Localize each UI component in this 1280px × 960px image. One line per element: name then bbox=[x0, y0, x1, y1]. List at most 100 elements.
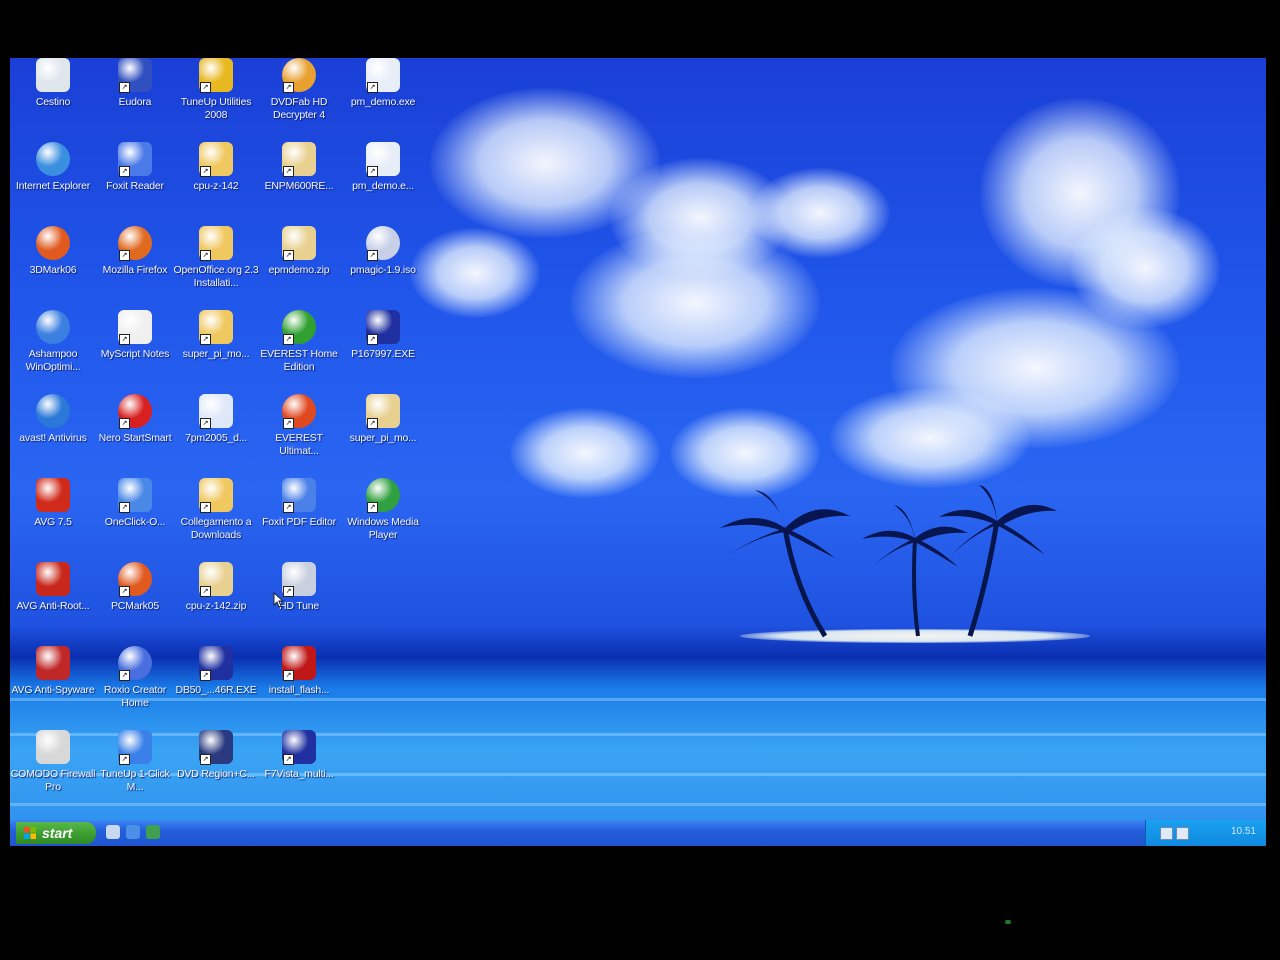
desktop-icon-label: P167997.EXE bbox=[351, 348, 415, 360]
desktop-icon[interactable]: ↗ DVDFab HD Decrypter 4 bbox=[256, 58, 342, 122]
windows-media-player-icon: ↗ bbox=[366, 478, 400, 513]
dvd-region-icon: ↗ bbox=[199, 730, 233, 765]
desktop-icon-label: Mozilla Firefox bbox=[102, 264, 168, 276]
desktop-icon-label: super_pi_mo... bbox=[349, 432, 417, 444]
desktop-icon[interactable]: avast! Antivirus bbox=[10, 394, 96, 445]
desktop-icon-label: DVDFab HD Decrypter 4 bbox=[270, 96, 328, 121]
desktop-icon[interactable]: ↗ HD Tune bbox=[256, 562, 342, 613]
zip-folder-icon: ↗ bbox=[282, 226, 316, 261]
firefox-icon: ↗ bbox=[118, 226, 152, 261]
desktop-icon[interactable]: ↗ Windows Media Player bbox=[340, 478, 426, 542]
desktop-icon[interactable]: ↗ DB50_...46R.EXE bbox=[173, 646, 259, 697]
roxio-icon: ↗ bbox=[118, 646, 152, 681]
shortcut-arrow-icon: ↗ bbox=[283, 670, 294, 681]
desktop-icon[interactable]: ↗ OneClick-O... bbox=[92, 478, 178, 529]
desktop-icon[interactable]: ↗ TuneUp Utilities 2008 bbox=[173, 58, 259, 122]
desktop-icon-label: EVEREST Ultimat... bbox=[275, 432, 323, 457]
desktop-icon[interactable]: Internet Explorer bbox=[10, 142, 96, 193]
desktop-icon-label: Cestino bbox=[35, 96, 71, 108]
media-player-quicklaunch-icon[interactable] bbox=[146, 825, 160, 839]
desktop-screen: Cestino Internet Explorer 3DMark06 Ashampoo… bbox=[10, 58, 1266, 846]
desktop-icon[interactable]: ↗ cpu-z-142.zip bbox=[173, 562, 259, 613]
desktop-icon-label: MyScript Notes bbox=[100, 348, 170, 360]
shortcut-arrow-icon: ↗ bbox=[283, 418, 294, 429]
desktop-icon[interactable]: ↗ super_pi_mo... bbox=[173, 310, 259, 361]
shortcut-arrow-icon: ↗ bbox=[283, 166, 294, 177]
desktop-icon-label: Collegamento a Downloads bbox=[180, 516, 252, 541]
desktop-icon[interactable]: ↗ install_flash... bbox=[256, 646, 342, 697]
shortcut-arrow-icon: ↗ bbox=[119, 502, 130, 513]
desktop-icon-label: super_pi_mo... bbox=[182, 348, 250, 360]
shortcut-arrow-icon: ↗ bbox=[119, 418, 130, 429]
desktop-icon[interactable]: ↗ OpenOffice.org 2.3 Installati... bbox=[173, 226, 259, 290]
shortcut-arrow-icon: ↗ bbox=[119, 334, 130, 345]
desktop-icon[interactable]: ↗ Roxio Creator Home bbox=[92, 646, 178, 710]
dvdfab-icon: ↗ bbox=[282, 58, 316, 93]
desktop-icon[interactable]: AVG Anti-Root... bbox=[10, 562, 96, 613]
desktop-icon[interactable]: ↗ Foxit Reader bbox=[92, 142, 178, 193]
desktop-icon[interactable]: Ashampoo WinOptimi... bbox=[10, 310, 96, 374]
desktop-icon[interactable]: ↗ cpu-z-142 bbox=[173, 142, 259, 193]
show-desktop-icon[interactable] bbox=[106, 825, 120, 839]
desktop-icon[interactable]: COMODO Firewall Pro bbox=[10, 730, 96, 794]
desktop-icon[interactable]: ↗ F7Vista_multi... bbox=[256, 730, 342, 781]
oneclick-icon: ↗ bbox=[118, 478, 152, 513]
desktop-icon-label: install_flash... bbox=[268, 684, 330, 696]
network-icon[interactable] bbox=[1160, 827, 1173, 840]
volume-icon[interactable] bbox=[1176, 827, 1189, 840]
wallpaper-cloud bbox=[670, 408, 820, 498]
start-label: start bbox=[42, 825, 73, 841]
desktop-icon[interactable]: Cestino bbox=[10, 58, 96, 109]
desktop-icon[interactable]: ↗ Eudora bbox=[92, 58, 178, 109]
desktop-icon[interactable]: AVG 7.5 bbox=[10, 478, 96, 529]
shortcut-arrow-icon: ↗ bbox=[283, 334, 294, 345]
eudora-icon: ↗ bbox=[118, 58, 152, 93]
desktop-icon[interactable]: ↗ pm_demo.e... bbox=[340, 142, 426, 193]
monitor-power-led bbox=[1005, 920, 1011, 924]
desktop-icon[interactable]: ↗ EVEREST Home Edition bbox=[256, 310, 342, 374]
desktop-icon[interactable]: AVG Anti-Spyware bbox=[10, 646, 96, 697]
desktop-icon[interactable]: ↗ Foxit PDF Editor bbox=[256, 478, 342, 529]
shortcut-arrow-icon: ↗ bbox=[283, 754, 294, 765]
desktop-icon[interactable]: ↗ Collegamento a Downloads bbox=[173, 478, 259, 542]
folder-icon: ↗ bbox=[199, 226, 233, 261]
desktop-icon[interactable]: ↗ pmagic-1.9.iso bbox=[340, 226, 426, 277]
shortcut-arrow-icon: ↗ bbox=[367, 82, 378, 93]
desktop-icon[interactable]: ↗ 7pm2005_d... bbox=[173, 394, 259, 445]
shortcut-arrow-icon: ↗ bbox=[367, 166, 378, 177]
shortcut-arrow-icon: ↗ bbox=[283, 502, 294, 513]
desktop-icon[interactable]: 3DMark06 bbox=[10, 226, 96, 277]
desktop-icon-label: 7pm2005_d... bbox=[185, 432, 247, 444]
desktop-icon[interactable]: ↗ TuneUp 1-Click M... bbox=[92, 730, 178, 794]
shortcut-arrow-icon: ↗ bbox=[283, 82, 294, 93]
desktop-icon[interactable]: ↗ Mozilla Firefox bbox=[92, 226, 178, 277]
system-tray: 10.51 bbox=[1145, 820, 1266, 846]
wallpaper-cloud bbox=[830, 388, 1030, 488]
desktop-icon[interactable]: ↗ pm_demo.exe bbox=[340, 58, 426, 109]
foxit-reader-icon: ↗ bbox=[118, 142, 152, 177]
clock[interactable]: 10.51 bbox=[1231, 826, 1256, 837]
avg-icon bbox=[36, 478, 70, 512]
desktop-icon-label: EVEREST Home Edition bbox=[260, 348, 338, 373]
wallpaper-cloud bbox=[750, 168, 890, 258]
desktop-icon[interactable]: ↗ super_pi_mo... bbox=[340, 394, 426, 445]
desktop-icon[interactable]: ↗ P167997.EXE bbox=[340, 310, 426, 361]
desktop-icon[interactable]: ↗ PCMark05 bbox=[92, 562, 178, 613]
start-button[interactable]: start bbox=[16, 822, 96, 844]
shortcut-arrow-icon: ↗ bbox=[367, 418, 378, 429]
desktop-icon[interactable]: ↗ ENPM600RE... bbox=[256, 142, 342, 193]
shortcut-arrow-icon: ↗ bbox=[283, 250, 294, 261]
shortcut-arrow-icon: ↗ bbox=[367, 502, 378, 513]
taskbar: start 10.51 bbox=[10, 820, 1266, 846]
everest-ultimate-icon: ↗ bbox=[282, 394, 316, 429]
desktop-icon[interactable]: ↗ Nero StartSmart bbox=[92, 394, 178, 445]
internet-explorer-icon bbox=[36, 142, 70, 176]
desktop-icon-label: AVG 7.5 bbox=[34, 516, 72, 528]
desktop-icon[interactable]: ↗ MyScript Notes bbox=[92, 310, 178, 361]
desktop-icon[interactable]: ↗ epmdemo.zip bbox=[256, 226, 342, 277]
exe-icon: ↗ bbox=[366, 310, 400, 345]
ie-quicklaunch-icon[interactable] bbox=[126, 825, 140, 839]
desktop-icon[interactable]: ↗ DVD Region+C... bbox=[173, 730, 259, 781]
folder-icon: ↗ bbox=[199, 142, 233, 177]
desktop-icon[interactable]: ↗ EVEREST Ultimat... bbox=[256, 394, 342, 458]
